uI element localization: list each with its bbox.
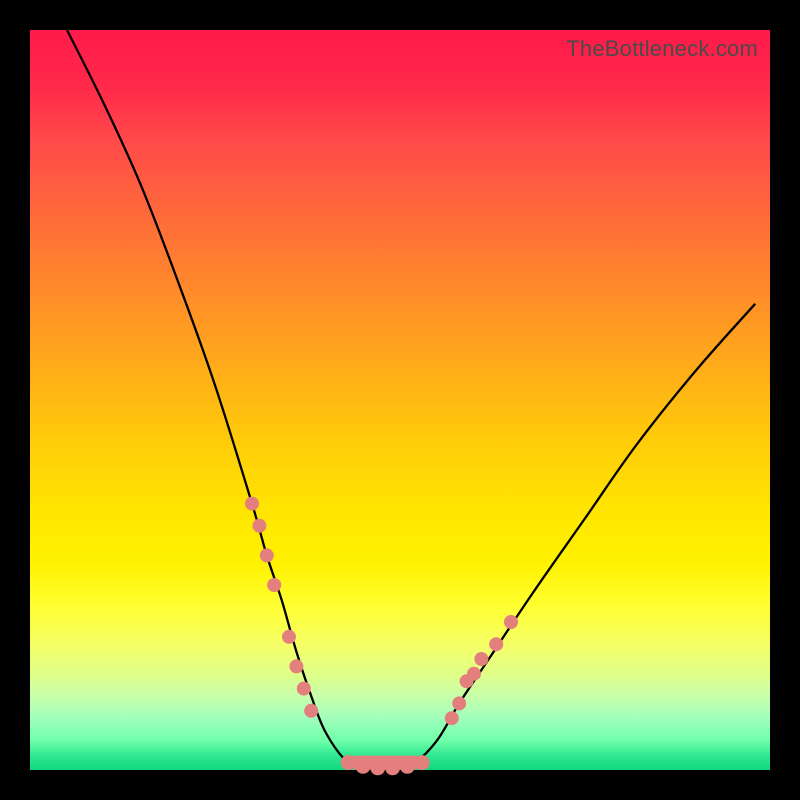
marker-dot [415, 755, 430, 770]
marker-dot [370, 760, 385, 775]
marker-dot [504, 615, 518, 629]
marker-dot [297, 682, 311, 696]
marker-dot [282, 630, 296, 644]
curve-path [67, 30, 755, 771]
bottleneck-curve [30, 30, 770, 770]
marker-dot [356, 759, 371, 774]
marker-dot [467, 667, 481, 681]
marker-dot [400, 759, 415, 774]
marker-dot [260, 548, 274, 562]
chart-container: TheBottleneck.com [0, 0, 800, 800]
marker-dot [385, 760, 400, 775]
marker-dot [341, 755, 356, 770]
marker-dot [289, 659, 303, 673]
marker-dot [304, 704, 318, 718]
marker-dot [267, 578, 281, 592]
marker-group [245, 497, 518, 776]
marker-dot [252, 519, 266, 533]
marker-dot [445, 711, 459, 725]
marker-dot [245, 497, 259, 511]
marker-dot [452, 696, 466, 710]
marker-dot [489, 637, 503, 651]
marker-dot [474, 652, 488, 666]
plot-area: TheBottleneck.com [30, 30, 770, 770]
